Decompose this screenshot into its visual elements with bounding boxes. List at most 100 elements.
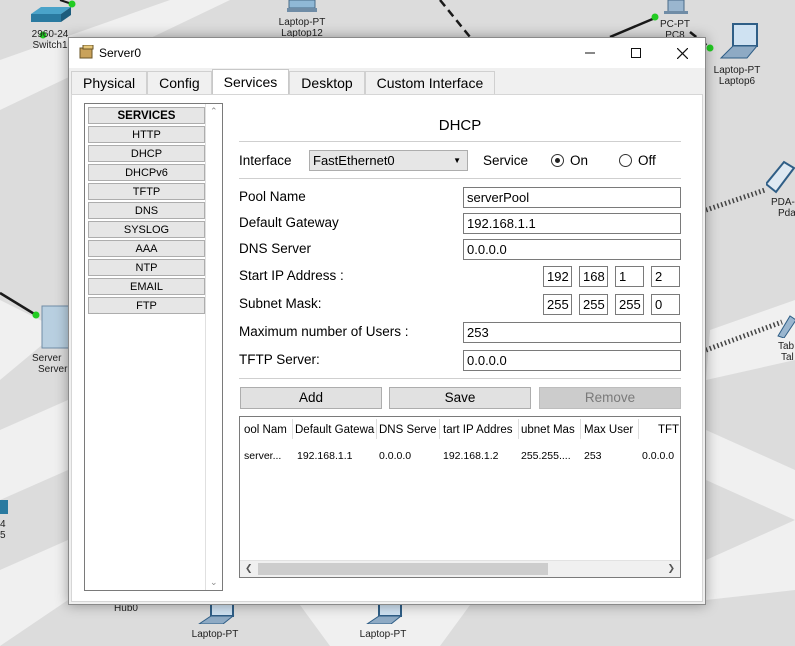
- service-syslog-button[interactable]: SYSLOG: [88, 221, 205, 238]
- cell-max-users: 253: [584, 450, 602, 462]
- subnet-octet-1[interactable]: 255: [543, 294, 572, 315]
- close-icon: [676, 47, 688, 59]
- default-gateway-label: Default Gateway: [239, 215, 339, 230]
- device-left-partial[interactable]: 4 5: [0, 498, 8, 541]
- device-laptop-bottom-middle[interactable]: Laptop-PT: [354, 603, 412, 640]
- service-tftp-button[interactable]: TFTP: [88, 183, 205, 200]
- device-laptop6[interactable]: Laptop-PT Laptop6: [706, 22, 768, 87]
- column-header-max-users[interactable]: Max User: [584, 422, 637, 438]
- cell-default-gateway: 192.168.1.1: [297, 450, 353, 462]
- interface-select[interactable]: FastEthernet0 ▼: [309, 150, 468, 171]
- laptop-icon: [719, 23, 759, 59]
- tab-desktop[interactable]: Desktop: [289, 71, 365, 94]
- cell-tftp: 0.0.0.0: [642, 450, 675, 462]
- start-ip-octet-1[interactable]: 192: [543, 266, 572, 287]
- column-header-dns-server[interactable]: DNS Server: [379, 422, 437, 438]
- scrollbar-thumb[interactable]: [258, 563, 548, 575]
- device-tablet[interactable]: Tab Tal: [776, 314, 795, 363]
- device-model-label: Laptop-PT: [278, 17, 326, 28]
- column-header-tftp[interactable]: TFTP: [658, 422, 680, 438]
- service-ntp-button[interactable]: NTP: [88, 259, 205, 276]
- service-dns-button[interactable]: DNS: [88, 202, 205, 219]
- subnet-octet-3[interactable]: 255: [615, 294, 644, 315]
- tftp-server-input[interactable]: 0.0.0.0: [463, 350, 681, 371]
- tab-physical[interactable]: Physical: [71, 71, 148, 94]
- services-scrollbar[interactable]: ⌃ ⌄: [205, 104, 222, 590]
- start-ip-octet-2[interactable]: 168: [579, 266, 608, 287]
- tablet-icon: [777, 315, 795, 339]
- divider: [239, 178, 681, 179]
- window-title: Server0: [99, 46, 142, 60]
- service-on-radio[interactable]: [551, 154, 564, 167]
- cell-start-ip: 192.168.1.2: [443, 450, 499, 462]
- scroll-up-icon[interactable]: ⌃: [210, 106, 218, 117]
- service-email-button[interactable]: EMAIL: [88, 278, 205, 295]
- dns-server-label: DNS Server: [239, 241, 312, 256]
- services-tab-panel: SERVICES HTTP DHCP DHCPv6 TFTP DNS SYSLO…: [71, 94, 703, 602]
- pool-name-input[interactable]: serverPool: [463, 187, 681, 208]
- service-dhcp-button[interactable]: DHCP: [88, 145, 205, 162]
- save-button[interactable]: Save: [389, 387, 531, 409]
- device-model-label: PDA-: [771, 197, 795, 208]
- tftp-server-label: TFTP Server:: [239, 352, 320, 367]
- device-pc8[interactable]: PC-PT PC8: [652, 0, 698, 41]
- service-off-radio[interactable]: [619, 154, 632, 167]
- dns-server-input[interactable]: 0.0.0.0: [463, 239, 681, 260]
- add-button[interactable]: Add: [240, 387, 382, 409]
- start-ip-fields: 192 168 1 2: [543, 266, 683, 287]
- pda-icon: [764, 160, 795, 194]
- maximize-button[interactable]: [613, 38, 659, 68]
- device-laptop-bottom-left[interactable]: Laptop-PT: [186, 603, 244, 640]
- laptop-icon: [197, 603, 235, 625]
- device-name-label: 5: [0, 530, 6, 541]
- subnet-octet-4[interactable]: 0: [651, 294, 680, 315]
- remove-button[interactable]: Remove: [539, 387, 681, 409]
- service-dhcpv6-button[interactable]: DHCPv6: [88, 164, 205, 181]
- start-ip-octet-3[interactable]: 1: [615, 266, 644, 287]
- scroll-down-icon[interactable]: ⌄: [210, 577, 218, 588]
- column-header-default-gateway[interactable]: Default Gatewa: [295, 422, 375, 438]
- device-model-label: Laptop-PT: [359, 629, 407, 640]
- start-ip-octet-4[interactable]: 2: [651, 266, 680, 287]
- dropdown-arrow-icon: ▼: [453, 156, 461, 165]
- tab-custom-interface[interactable]: Custom Interface: [364, 71, 496, 94]
- column-separator: [292, 419, 293, 439]
- subnet-octet-2[interactable]: 255: [579, 294, 608, 315]
- cell-subnet-mask: 255.255....: [521, 450, 571, 462]
- table-horizontal-scrollbar[interactable]: ❮ ❯: [240, 560, 680, 577]
- default-gateway-input[interactable]: 192.168.1.1: [463, 213, 681, 234]
- tab-bar: Physical Config Services Desktop Custom …: [71, 69, 496, 94]
- tab-services[interactable]: Services: [211, 69, 290, 94]
- scroll-left-icon[interactable]: ❮: [245, 563, 253, 574]
- subnet-mask-label: Subnet Mask:: [239, 296, 322, 311]
- close-button[interactable]: [659, 38, 705, 68]
- device-name-label: Laptop6: [718, 76, 756, 87]
- maximize-icon: [631, 48, 641, 58]
- dhcp-title: DHCP: [438, 117, 482, 134]
- column-header-start-ip[interactable]: tart IP Addres: [443, 422, 517, 438]
- service-http-button[interactable]: HTTP: [88, 126, 205, 143]
- pc-icon: [664, 0, 688, 14]
- device-icon: [0, 500, 8, 514]
- max-users-input[interactable]: 253: [463, 322, 681, 343]
- column-header-pool-name[interactable]: ool Nam: [244, 422, 292, 438]
- service-aaa-button[interactable]: AAA: [88, 240, 205, 257]
- services-list-header: SERVICES: [88, 107, 205, 124]
- tab-config[interactable]: Config: [147, 71, 212, 94]
- switch-icon: [31, 7, 71, 22]
- scroll-right-icon[interactable]: ❯: [667, 563, 675, 574]
- device-laptop12[interactable]: Laptop-PT Laptop12: [272, 0, 332, 39]
- device-model-label: Tab: [778, 341, 795, 352]
- server-app-icon: [79, 45, 94, 59]
- minimize-button[interactable]: [567, 38, 613, 68]
- column-separator: [638, 419, 639, 439]
- column-header-subnet-mask[interactable]: ubnet Mas: [521, 422, 579, 438]
- interface-select-value: FastEthernet0: [313, 153, 395, 168]
- title-bar[interactable]: Server0: [69, 38, 705, 68]
- services-list: SERVICES HTTP DHCP DHCPv6 TFTP DNS SYSLO…: [84, 103, 223, 591]
- service-ftp-button[interactable]: FTP: [88, 297, 205, 314]
- cell-pool-name: server...: [244, 450, 282, 462]
- device-model-label: Laptop-PT: [713, 65, 761, 76]
- device-pda[interactable]: PDA- Pda: [764, 160, 795, 219]
- device-model-label: Laptop-PT: [191, 629, 239, 640]
